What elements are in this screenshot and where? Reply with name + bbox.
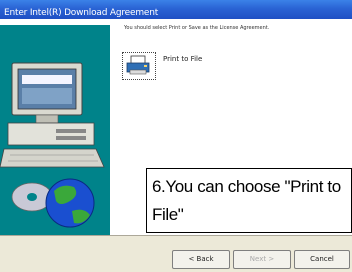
wizard-sidebar [0,25,110,235]
next-button[interactable]: Next > [233,250,291,269]
setup-wizard-window: Enter Intel(R) Download Agreement You sh… [0,0,352,272]
window-title: Enter Intel(R) Download Agreement [4,8,159,18]
callout-line-2: File" [152,205,184,224]
instruction-callout: 6.You can choose "Print to File" [146,168,352,233]
print-to-file-option[interactable] [122,52,156,80]
callout-line-1: 6.You can choose "Print to [152,177,341,196]
wizard-button-bar: < Back Next > Cancel [0,236,352,272]
print-to-file-label[interactable]: Print to File [163,55,202,63]
instruction-text: You should select Print or Save as the L… [124,25,270,31]
cancel-button[interactable]: Cancel [294,250,350,269]
back-button[interactable]: < Back [172,250,230,269]
title-bar[interactable]: Enter Intel(R) Download Agreement [0,0,352,19]
computer-case-icon [7,122,95,146]
keyboard-icon [0,148,105,168]
printer-file-icon [126,55,150,75]
computer-globe-illustration [0,62,105,228]
